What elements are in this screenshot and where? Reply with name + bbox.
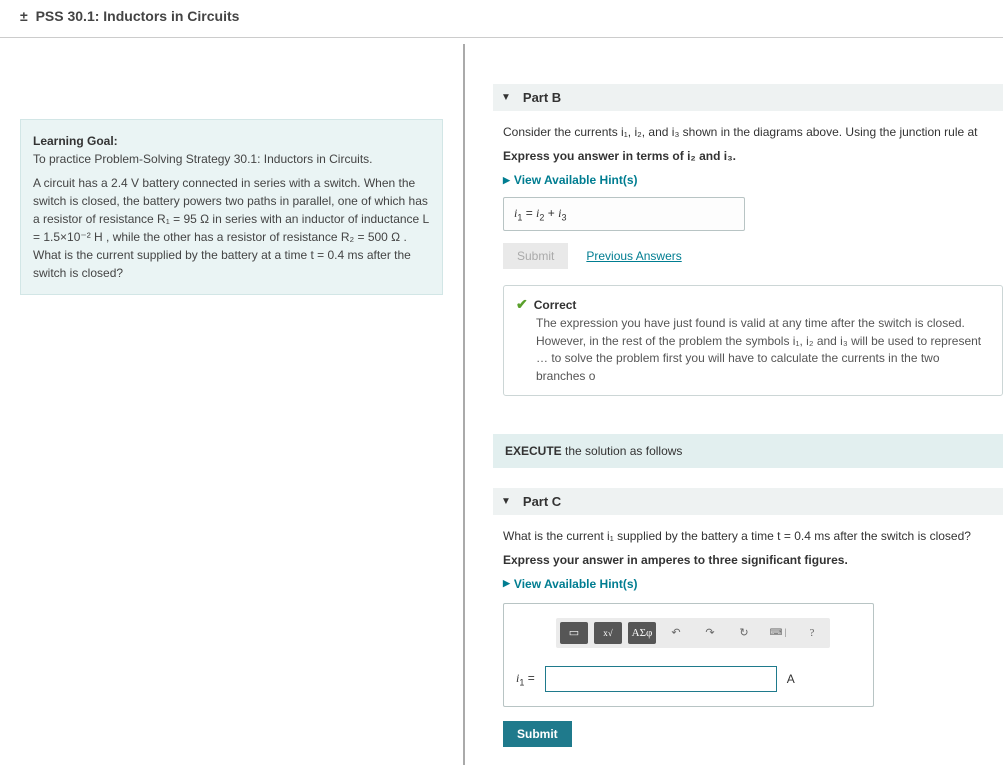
left-panel: Learning Goal: To practice Problem-Solvi… xyxy=(0,44,465,765)
equation-toolbar: ▭ x√ ΑΣφ ↶ ↷ ↻ ⌨ | ? xyxy=(556,618,830,648)
keyboard-icon[interactable]: ⌨ | xyxy=(764,622,792,644)
part-b-body: Consider the currents i₁, i₂, and i₃ sho… xyxy=(493,111,1003,414)
part-c-header[interactable]: ▼ Part C xyxy=(493,488,1003,515)
part-b-question: Consider the currents i₁, i₂, and i₃ sho… xyxy=(503,125,1003,139)
part-b-header[interactable]: ▼ Part B xyxy=(493,84,1003,111)
check-icon: ✔ xyxy=(516,296,528,313)
plusminus-icon: ± xyxy=(20,8,28,24)
caret-down-icon: ▼ xyxy=(501,92,511,103)
execute-section: EXECUTE the solution as follows xyxy=(493,434,1003,468)
learning-goal-text: To practice Problem-Solving Strategy 30.… xyxy=(33,152,372,166)
feedback-box: ✔ Correct The expression you have just f… xyxy=(503,285,1003,396)
learning-goal-label: Learning Goal: xyxy=(33,134,118,148)
template-tool-icon[interactable]: ▭ xyxy=(560,622,588,644)
view-hints-c[interactable]: ▶ View Available Hint(s) xyxy=(503,577,1003,591)
answer-var-label: i1 = xyxy=(516,671,535,687)
page-title: ± PSS 30.1: Inductors in Circuits xyxy=(0,0,1003,30)
part-b-answer-display: i1 = i2 + i3 xyxy=(503,197,745,231)
part-c-body: What is the current i₁ supplied by the b… xyxy=(493,515,1003,765)
submit-button-b: Submit xyxy=(503,243,568,269)
submit-button-c[interactable]: Submit xyxy=(503,721,572,747)
divider xyxy=(0,37,1003,38)
answer-widget: ▭ x√ ΑΣφ ↶ ↷ ↻ ⌨ | ? i1 = A xyxy=(503,603,874,707)
problem-statement: A circuit has a 2.4 V battery connected … xyxy=(33,176,429,280)
view-hints-b[interactable]: ▶ View Available Hint(s) xyxy=(503,173,1003,187)
part-b-instruct: Express you answer in terms of i₂ and i₃… xyxy=(503,149,736,163)
fraction-tool-icon[interactable]: x√ xyxy=(594,622,622,644)
reset-icon[interactable]: ↻ xyxy=(730,622,758,644)
answer-unit: A xyxy=(787,672,795,686)
redo-icon[interactable]: ↷ xyxy=(696,622,724,644)
learning-goal-box: Learning Goal: To practice Problem-Solvi… xyxy=(20,119,443,295)
part-c-question: What is the current i₁ supplied by the b… xyxy=(503,529,1003,543)
caret-down-icon: ▼ xyxy=(501,496,511,507)
correct-label: Correct xyxy=(534,298,577,312)
greek-tool-icon[interactable]: ΑΣφ xyxy=(628,622,656,644)
previous-answers-link[interactable]: Previous Answers xyxy=(586,249,681,263)
answer-input[interactable] xyxy=(545,666,777,692)
triangle-right-icon: ▶ xyxy=(503,578,510,589)
help-icon[interactable]: ? xyxy=(798,622,826,644)
part-c-instruct: Express your answer in amperes to three … xyxy=(503,553,848,567)
undo-icon[interactable]: ↶ xyxy=(662,622,690,644)
triangle-right-icon: ▶ xyxy=(503,175,510,186)
right-panel: ▼ Part B Consider the currents i₁, i₂, a… xyxy=(465,44,1003,765)
feedback-text: The expression you have just found is va… xyxy=(516,315,990,385)
